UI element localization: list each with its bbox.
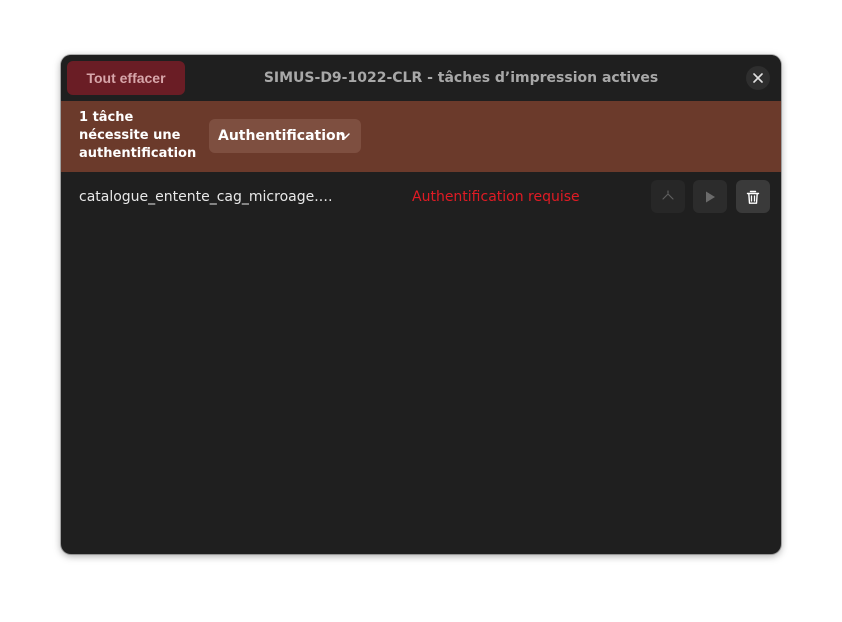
- resume-button[interactable]: [693, 180, 727, 213]
- authenticate-button[interactable]: Authentification: [209, 119, 361, 153]
- close-icon: [753, 73, 763, 83]
- priority-up-icon: [662, 189, 674, 200]
- window-title: SIMUS-D9-1022-CLR - tâches d’impression …: [263, 70, 659, 86]
- print-jobs-window: Tout effacer SIMUS-D9-1022-CLR - tâches …: [61, 55, 781, 554]
- trash-icon: [746, 190, 760, 204]
- job-row: catalogue_entente_cag_microage.… Authent…: [61, 172, 781, 222]
- priority-button[interactable]: [651, 180, 685, 213]
- title-bar: Tout effacer SIMUS-D9-1022-CLR - tâches …: [61, 55, 781, 101]
- chevron-down-icon: [340, 133, 350, 139]
- banner-line-3: authentification: [79, 146, 197, 161]
- delete-button[interactable]: [736, 180, 770, 213]
- authentication-banner: 1 tâche nécessite une authentification A…: [61, 101, 781, 172]
- banner-line-1: 1 tâche: [79, 110, 134, 125]
- banner-line-2: nécessite une: [79, 128, 181, 143]
- banner-message: 1 tâche nécessite une authentification: [79, 109, 209, 163]
- close-button[interactable]: [746, 66, 770, 90]
- authenticate-button-label: Authentification: [218, 128, 346, 144]
- job-name: catalogue_entente_cag_microage.…: [79, 189, 333, 205]
- play-icon: [706, 191, 715, 202]
- clear-all-button[interactable]: Tout effacer: [67, 61, 185, 95]
- job-status: Authentification requise: [412, 189, 580, 205]
